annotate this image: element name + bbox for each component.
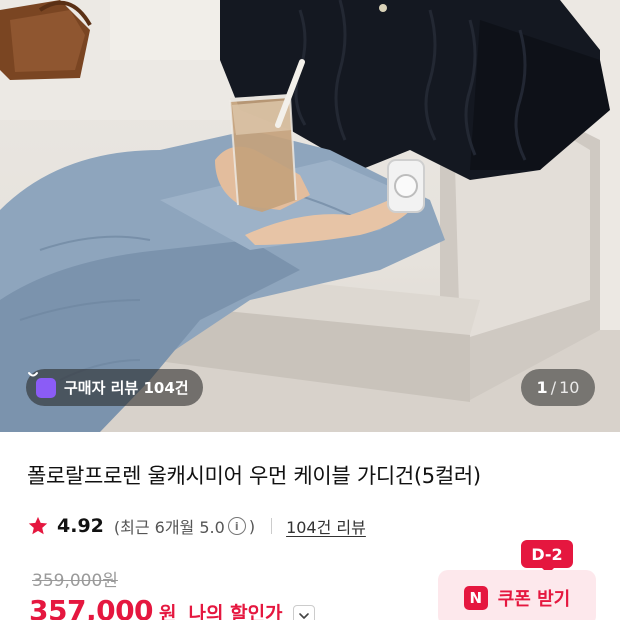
get-coupon-button[interactable]: N 쿠폰 받기 bbox=[438, 570, 596, 620]
dday-badge: D-2 bbox=[521, 540, 573, 574]
image-counter-current: 1 bbox=[536, 378, 548, 397]
info-icon[interactable]: i bbox=[227, 517, 246, 535]
image-counter-total: 10 bbox=[559, 378, 580, 397]
rating-row: 4.92 (최근 6개월 5.0 i ) 104건 리뷰 bbox=[27, 512, 366, 540]
buyer-review-pill[interactable]: 구매자 리뷰 104건 bbox=[26, 369, 203, 406]
review-count-link[interactable]: 104건 리뷰 bbox=[286, 514, 366, 538]
rating-score: 4.92 bbox=[57, 515, 104, 537]
buyer-review-label: 구매자 리뷰 104건 bbox=[64, 379, 189, 397]
image-counter-separator: / bbox=[550, 378, 557, 397]
image-counter: 1 / 10 bbox=[521, 369, 595, 406]
currency-unit: 원 bbox=[159, 603, 177, 620]
original-price: 359,000원 bbox=[32, 571, 118, 591]
rating-divider bbox=[271, 518, 273, 534]
get-coupon-label: 쿠폰 받기 bbox=[497, 589, 571, 610]
my-discount-label[interactable]: 나의 할인가 bbox=[189, 599, 283, 620]
review-bubble-icon bbox=[28, 372, 56, 398]
recent-rating-close: ) bbox=[248, 516, 256, 536]
product-info: 폴로랄프로렌 울캐시미어 우먼 케이블 가디건(5컬러) 4.92 (최근 6개… bbox=[0, 432, 620, 620]
sale-price-row: 357,000 원 나의 할인가 bbox=[29, 594, 315, 620]
n-brand-icon: N bbox=[463, 586, 488, 610]
chevron-down-icon[interactable] bbox=[292, 605, 315, 620]
photo-illustration bbox=[0, 0, 620, 432]
sale-price: 357,000 bbox=[29, 594, 154, 620]
recent-rating-text: (최근 6개월 5.0 bbox=[113, 518, 225, 537]
product-title: 폴로랄프로렌 울캐시미어 우먼 케이블 가디건(5컬러) bbox=[27, 464, 481, 488]
product-photo[interactable]: 구매자 리뷰 104건 1 / 10 bbox=[0, 0, 620, 432]
star-icon bbox=[28, 516, 48, 535]
